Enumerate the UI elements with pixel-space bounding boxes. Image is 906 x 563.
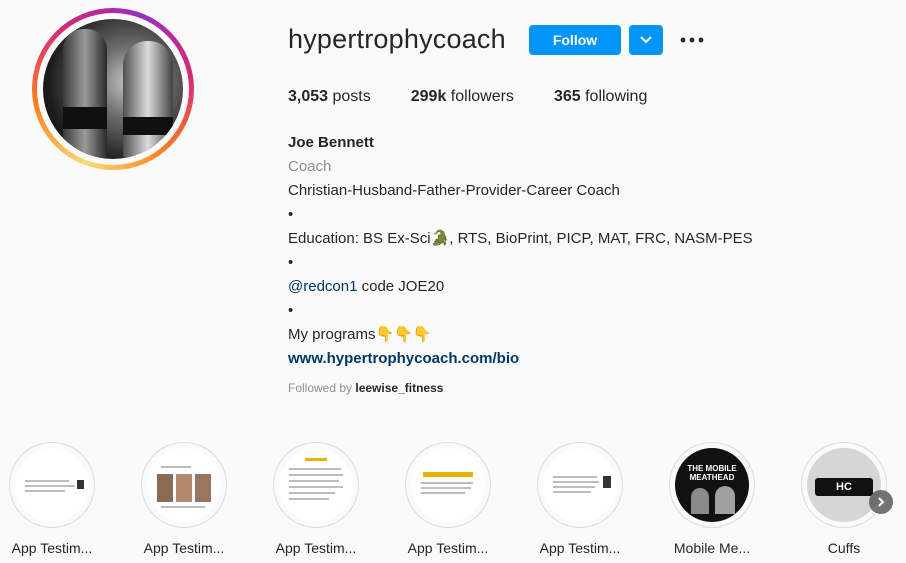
highlight-item[interactable]: App Testim...	[129, 442, 239, 556]
highlight-cover: THE MOBILE MEATHEAD	[675, 448, 749, 522]
sponsor-code: code JOE20	[357, 278, 445, 295]
text-line	[421, 482, 473, 484]
highlight-item[interactable]: App Testim...	[525, 442, 635, 556]
text-line	[161, 466, 191, 468]
highlight-cover	[279, 448, 353, 522]
text-line	[421, 487, 471, 489]
highlight-label: App Testim...	[143, 540, 225, 556]
profile-avatar-ring[interactable]	[32, 8, 194, 170]
chevron-down-icon	[640, 36, 652, 44]
text-line	[25, 485, 75, 487]
highlights-next-button[interactable]	[869, 490, 893, 514]
profile-avatar	[43, 19, 183, 159]
highlight-label: App Testim...	[539, 540, 621, 556]
bio-sponsor-line: @redcon1 code JOE20	[288, 275, 753, 299]
followers-label: followers	[450, 88, 514, 105]
highlight-label: App Testim...	[275, 540, 357, 556]
stars-row	[305, 458, 327, 461]
followed-by[interactable]: Followed by leewise_fitness	[288, 381, 443, 395]
followed-by-user[interactable]: leewise_fitness	[355, 381, 443, 395]
profile-stats: 3,053 posts 299k followers 365 following	[288, 88, 687, 106]
full-name: Joe Bennett	[288, 134, 374, 151]
text-line	[553, 491, 591, 493]
text-line	[289, 492, 335, 494]
highlight-cover	[411, 448, 485, 522]
photo-block	[157, 474, 173, 502]
highlight-item[interactable]: App Testim...	[261, 442, 371, 556]
highlight-ring	[273, 442, 359, 528]
text-line	[289, 480, 339, 482]
highlight-ring	[405, 442, 491, 528]
suggested-accounts-button[interactable]	[629, 25, 663, 55]
highlight-item[interactable]: THE MOBILE MEATHEAD Mobile Me...	[657, 442, 767, 556]
text-line	[289, 474, 343, 476]
text-line	[161, 506, 205, 508]
avatar-frame	[37, 13, 189, 165]
text-line	[553, 476, 597, 478]
posts-stat: 3,053 posts	[288, 88, 371, 106]
text-line	[289, 486, 343, 488]
text-line	[421, 492, 465, 494]
text-line	[553, 481, 599, 483]
cuffs-logo: HC	[815, 478, 873, 496]
highlight-cover: HC	[807, 448, 881, 522]
highlight-item[interactable]: App Testim...	[393, 442, 503, 556]
highlight-cover	[543, 448, 617, 522]
highlight-label: Cuffs	[827, 540, 861, 556]
avatar-figure-right	[123, 41, 173, 159]
mention-link[interactable]: @redcon1	[288, 278, 357, 295]
following-count: 365	[553, 88, 581, 105]
followers-stat[interactable]: 299k followers	[411, 88, 514, 106]
category-label: Coach	[288, 158, 332, 175]
highlight-label: App Testim...	[11, 540, 93, 556]
bio-bullet: •	[288, 302, 294, 319]
profile-bio: Joe Bennett Coach Christian-Husband-Fath…	[288, 131, 753, 371]
text-line	[289, 498, 329, 500]
text-line	[553, 486, 595, 488]
posts-label: posts	[332, 88, 371, 105]
text-line	[25, 480, 69, 482]
highlight-ring	[9, 442, 95, 528]
highlight-label: Mobile Me...	[673, 540, 751, 556]
avatar-figure-left	[63, 29, 107, 159]
posts-count: 3,053	[288, 88, 329, 105]
website-link[interactable]: www.hypertrophycoach.com/bio	[288, 347, 753, 371]
thumb-image	[77, 480, 84, 489]
following-stat[interactable]: 365 following	[554, 88, 647, 106]
followed-by-prefix: Followed by	[288, 381, 356, 395]
highlight-ring	[537, 442, 623, 528]
bio-line: Christian-Husband-Father-Provider-Career…	[288, 182, 620, 199]
bio-bullet: •	[288, 206, 294, 223]
chevron-right-icon	[878, 497, 885, 507]
host-figure	[715, 486, 735, 514]
host-figure	[691, 488, 709, 514]
highlight-cover	[147, 448, 221, 522]
bio-education: Education: BS Ex-Sci🐊, RTS, BioPrint, PI…	[288, 230, 753, 247]
highlight-ring: THE MOBILE MEATHEAD	[669, 442, 755, 528]
bio-programs: My programs👇👇👇	[288, 326, 432, 343]
followers-count: 299k	[410, 88, 447, 105]
photo-block	[176, 474, 192, 502]
stars-row	[423, 472, 473, 477]
following-label: following	[585, 88, 648, 105]
profile-username: hypertrophycoach	[288, 24, 506, 54]
more-options-icon	[680, 37, 704, 43]
text-line	[289, 468, 341, 470]
highlight-label: App Testim...	[407, 540, 489, 556]
follow-button[interactable]: Follow	[529, 25, 621, 55]
highlight-ring: HC	[801, 442, 887, 528]
highlight-item[interactable]: App Testim...	[0, 442, 107, 556]
text-line	[25, 490, 65, 492]
avatar-shorts-left	[63, 107, 107, 129]
thumb-image	[603, 476, 611, 488]
avatar-shorts-right	[123, 117, 173, 135]
highlight-ring	[141, 442, 227, 528]
photo-block	[195, 474, 211, 502]
more-options-button[interactable]	[680, 28, 704, 52]
highlight-cover	[15, 448, 89, 522]
bio-bullet: •	[288, 254, 294, 271]
podcast-title: THE MOBILE MEATHEAD	[687, 464, 737, 482]
